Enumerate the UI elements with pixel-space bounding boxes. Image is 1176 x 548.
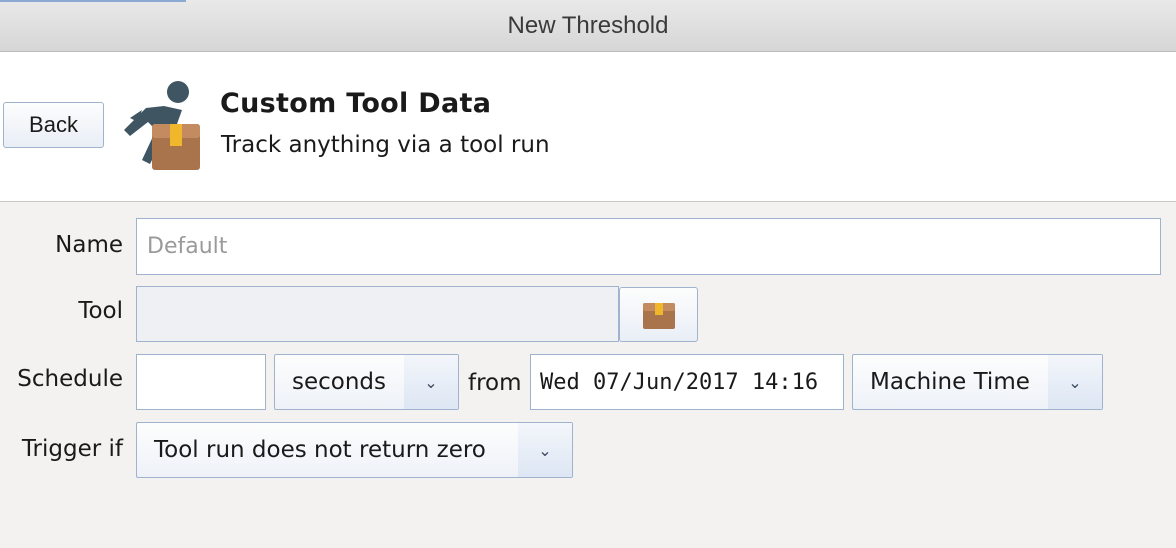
header-title: Custom Tool Data xyxy=(220,88,492,119)
schedule-interval-input[interactable] xyxy=(136,354,266,410)
name-input[interactable]: Default xyxy=(136,218,1161,275)
header-subtitle: Track anything via a tool run xyxy=(221,132,550,158)
chevron-down-icon: ⌄ xyxy=(518,423,572,477)
name-label: Name xyxy=(55,232,123,258)
window-titlebar: New Threshold xyxy=(0,0,1176,52)
chevron-down-icon: ⌄ xyxy=(404,355,458,409)
schedule-unit-select[interactable]: seconds ⌄ xyxy=(274,354,459,410)
window-title: New Threshold xyxy=(507,12,669,39)
browse-tool-button[interactable] xyxy=(619,287,698,342)
trigger-condition-value: Tool run does not return zero xyxy=(154,437,486,463)
schedule-start-datetime-input[interactable]: Wed 07/Jun/2017 14:16 xyxy=(530,354,844,410)
schedule-timezone-value: Machine Time xyxy=(870,369,1030,395)
header-panel: Back Custom Tool Data Track anything via… xyxy=(0,52,1176,202)
name-placeholder: Default xyxy=(147,234,228,259)
tool-label: Tool xyxy=(78,298,123,324)
back-button[interactable]: Back xyxy=(3,102,104,148)
package-icon xyxy=(642,302,675,329)
schedule-unit-value: seconds xyxy=(292,369,387,395)
tool-input[interactable] xyxy=(136,286,619,342)
titlebar-accent xyxy=(0,0,186,2)
trigger-condition-select[interactable]: Tool run does not return zero ⌄ xyxy=(136,422,573,478)
schedule-timezone-select[interactable]: Machine Time ⌄ xyxy=(852,354,1103,410)
chevron-down-icon: ⌄ xyxy=(1048,355,1102,409)
runner-with-package-icon xyxy=(124,81,200,170)
from-label: from xyxy=(468,370,522,396)
trigger-label: Trigger if xyxy=(21,436,123,462)
schedule-label: Schedule xyxy=(17,366,123,392)
